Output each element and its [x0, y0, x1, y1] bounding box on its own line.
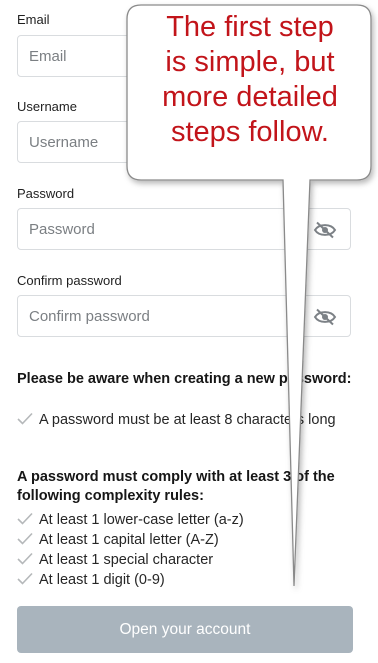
callout-line: The first step	[166, 11, 334, 43]
callout-line: more detailed	[162, 81, 338, 113]
callout-line: steps follow.	[171, 116, 329, 148]
callout-text: The first step is simple, but more detai…	[130, 10, 370, 150]
callout-line: is simple, but	[165, 46, 335, 78]
